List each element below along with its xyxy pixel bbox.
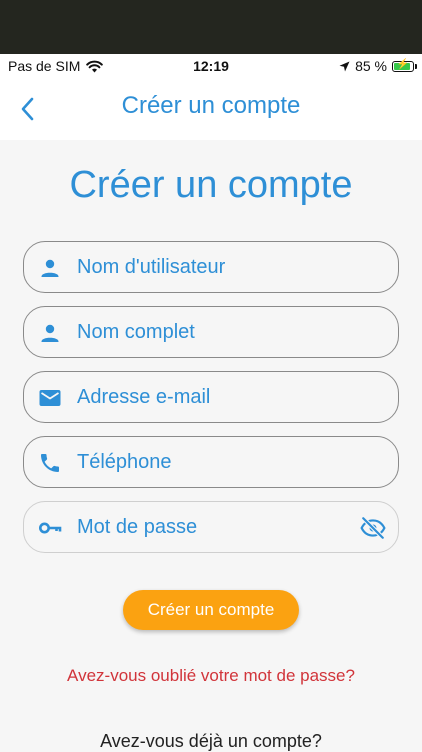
username-input[interactable] [77,252,348,282]
person-icon [41,259,59,277]
status-bar: Pas de SIM 12:19 85 % ⚡ [0,54,422,78]
eye-off-icon[interactable] [360,515,386,541]
have-account-link[interactable]: Avez-vous déjà un compte? [0,731,422,752]
battery-icon: ⚡ [392,58,417,72]
phone-input[interactable] [77,447,348,477]
navigation-bar: Créer un compte [0,78,422,140]
nav-title: Créer un compte [121,92,301,119]
status-right: 85 % ⚡ [339,58,417,74]
forgot-password-link[interactable]: Avez-vous oublié votre mot de passe? [0,666,422,686]
password-field[interactable] [23,501,399,553]
create-account-button[interactable]: Créer un compte [123,590,299,630]
phone-field[interactable] [23,436,399,488]
phone-icon [41,454,59,472]
top-dark-bar [0,0,422,54]
mail-icon [39,390,61,406]
email-field[interactable] [23,371,399,423]
password-input[interactable] [77,512,348,542]
battery-percent: 85 % [355,58,387,74]
fullname-field[interactable] [23,306,399,358]
page-heading: Créer un compte [69,164,353,206]
location-arrow-icon [339,61,350,71]
fullname-input[interactable] [77,317,348,347]
key-icon [39,522,62,534]
person-icon [41,324,59,342]
username-field[interactable] [23,241,399,293]
charging-bolt-icon: ⚡ [396,58,410,70]
email-input[interactable] [77,382,348,412]
